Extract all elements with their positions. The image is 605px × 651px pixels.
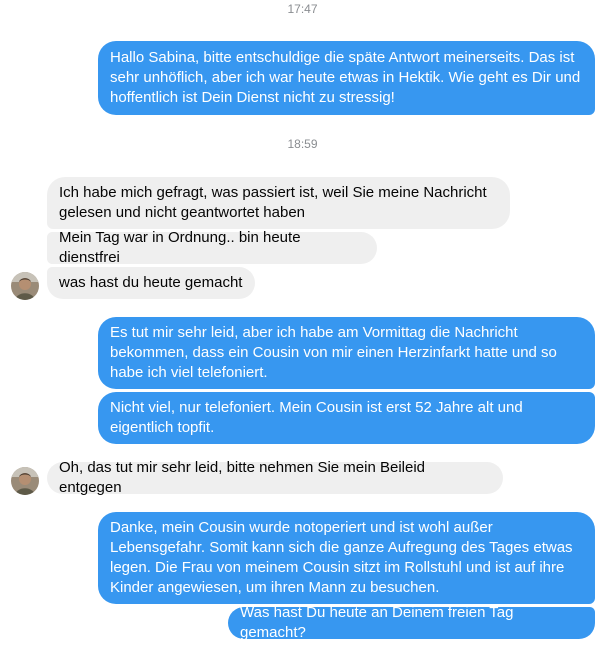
message-incoming[interactable]: Oh, das tut mir sehr leid, bitte nehmen … <box>47 459 503 496</box>
message-text: Oh, das tut mir sehr leid, bitte nehmen … <box>59 459 426 496</box>
timestamp: 17:47 <box>287 2 318 16</box>
message-incoming[interactable]: Ich habe mich gefragt, was passiert ist,… <box>47 177 510 229</box>
message-text: Mein Tag war in Ordnung.. bin heute dien… <box>59 229 301 266</box>
message-outgoing[interactable]: Danke, mein Cousin wurde notoperiert und… <box>98 512 595 604</box>
message-text: Es tut mir sehr leid, aber ich habe am V… <box>110 324 557 381</box>
avatar-photo-icon <box>11 272 39 300</box>
timestamp: 18:59 <box>287 137 318 151</box>
message-outgoing[interactable]: Was hast Du heute an Deinem freien Tag g… <box>228 604 595 641</box>
avatar-photo-icon <box>11 467 39 495</box>
message-outgoing[interactable]: Nicht viel, nur telefoniert. Mein Cousin… <box>98 392 595 444</box>
message-outgoing[interactable]: Hallo Sabina, bitte entschuldige die spä… <box>98 41 595 115</box>
message-text: Ich habe mich gefragt, was passiert ist,… <box>59 184 487 221</box>
message-text: Hallo Sabina, bitte entschuldige die spä… <box>110 49 581 106</box>
message-text: Was hast Du heute an Deinem freien Tag g… <box>240 604 514 641</box>
message-text: was hast du heute gemacht <box>59 274 243 291</box>
avatar[interactable] <box>11 467 39 495</box>
avatar[interactable] <box>11 272 39 300</box>
message-text: Danke, mein Cousin wurde notoperiert und… <box>110 519 573 596</box>
message-incoming[interactable]: was hast du heute gemacht <box>47 267 255 299</box>
message-incoming[interactable]: Mein Tag war in Ordnung.. bin heute dien… <box>47 229 377 266</box>
message-text: Nicht viel, nur telefoniert. Mein Cousin… <box>110 399 523 436</box>
message-outgoing[interactable]: Es tut mir sehr leid, aber ich habe am V… <box>98 317 595 389</box>
